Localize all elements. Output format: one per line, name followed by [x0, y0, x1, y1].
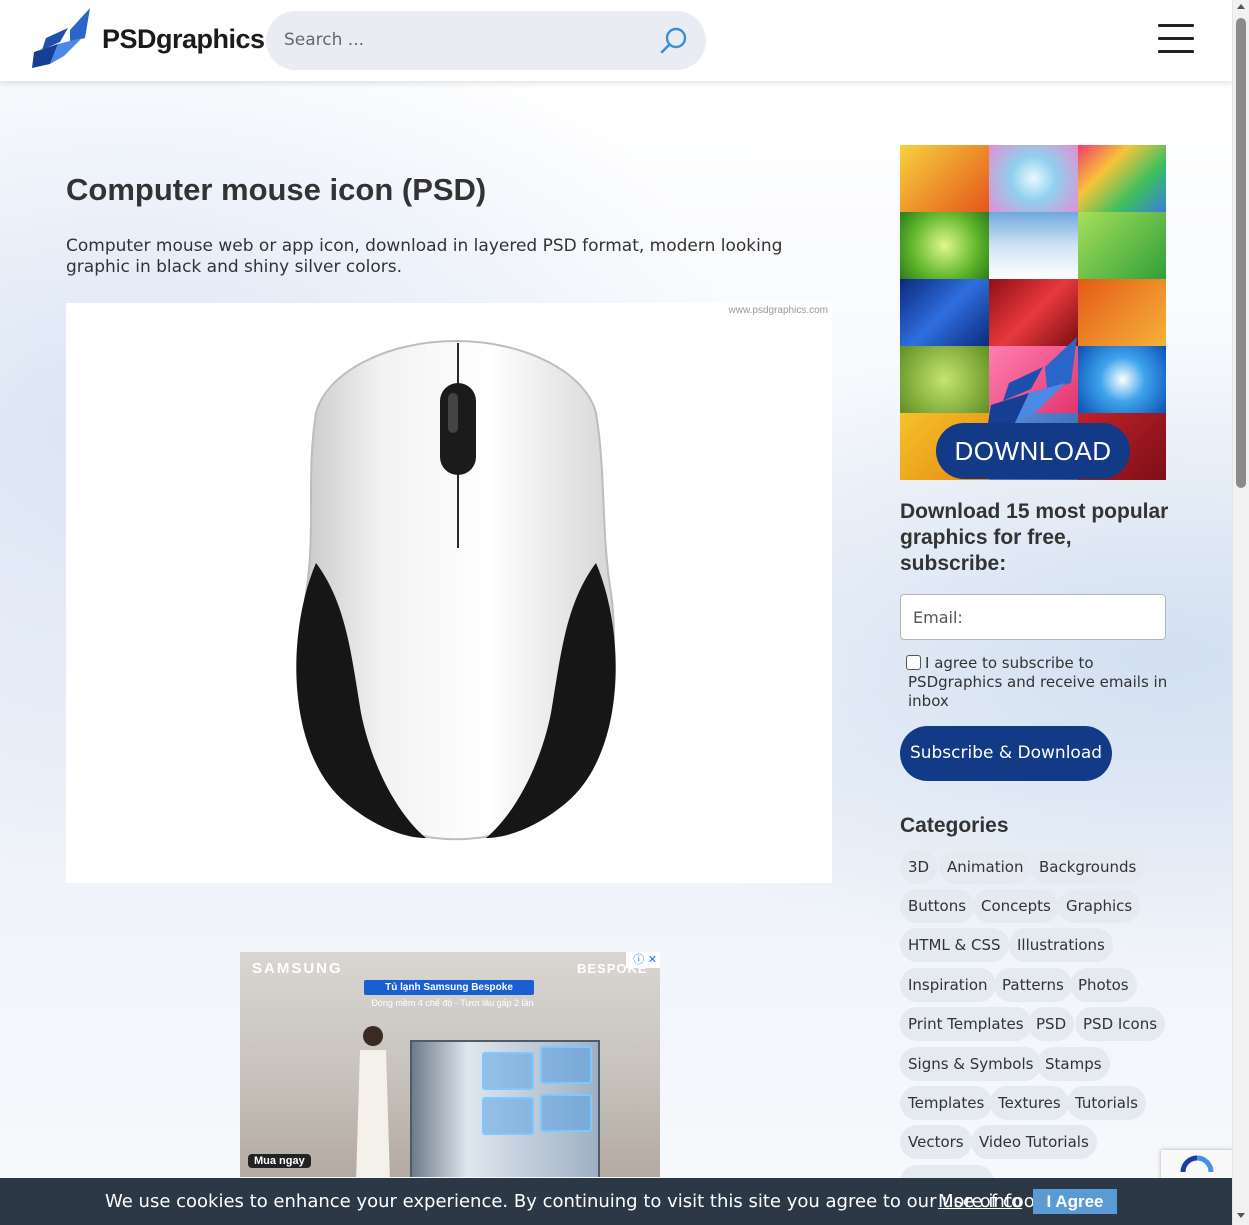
subscribe-heading: Download 15 most popular graphics for fr… — [900, 500, 1169, 575]
page-description: Computer mouse web or app icon, download… — [66, 236, 783, 277]
category-chip[interactable]: Signs & Symbols — [900, 1047, 1042, 1081]
category-chip[interactable]: Patterns — [994, 968, 1072, 1002]
ad-close-icon[interactable]: ⓘ ✕ — [626, 952, 660, 968]
watermark: www.psdgraphics.com — [728, 305, 828, 316]
cookie-agree-button[interactable]: I Agree — [1033, 1189, 1117, 1214]
category-chip[interactable]: 3D — [900, 850, 938, 884]
agree-checkbox[interactable] — [906, 655, 921, 670]
categories-heading: Categories — [900, 814, 1009, 837]
category-chip[interactable]: Templates — [900, 1086, 993, 1120]
page-title: Computer mouse icon (PSD) — [66, 172, 487, 207]
ad-subline: Đóng mềm 4 chế độ - Tươi lâu gấp 2 lần — [371, 998, 534, 1008]
recaptcha-badge[interactable] — [1161, 1150, 1233, 1180]
site-logo-text[interactable]: PSDgraphics — [102, 24, 265, 55]
ad-brand: SAMSUNG — [252, 960, 343, 977]
category-chip[interactable]: Photos — [1070, 968, 1137, 1002]
site-header: PSDgraphics — [0, 0, 1232, 81]
category-chip[interactable]: Animation — [939, 850, 1032, 884]
page-scrollbar[interactable] — [1232, 0, 1249, 1225]
category-chip[interactable]: HTML & CSS — [900, 928, 1009, 962]
email-field[interactable] — [900, 594, 1166, 640]
category-chip[interactable]: Stamps — [1037, 1047, 1110, 1081]
category-chip[interactable]: PSD Icons — [1075, 1007, 1166, 1041]
search-input[interactable] — [284, 25, 644, 55]
category-chip[interactable]: Buttons — [900, 889, 975, 923]
computer-mouse-image — [296, 339, 616, 841]
category-chip[interactable]: Graphics — [1058, 889, 1141, 923]
category-chip[interactable]: Inspiration — [900, 968, 996, 1002]
ad-headline: Tủ lạnh Samsung Bespoke — [364, 980, 534, 995]
category-chip[interactable]: Video Tutorials — [971, 1125, 1097, 1159]
category-chip[interactable]: Concepts — [973, 889, 1059, 923]
category-chip[interactable]: Textures — [990, 1086, 1069, 1120]
subscribe-download-button[interactable]: Subscribe & Download — [900, 726, 1112, 781]
search-icon[interactable] — [658, 25, 690, 57]
agree-label: I agree to subscribe to PSDgraphics and … — [908, 654, 1168, 710]
advertisement[interactable]: SAMSUNG BESPOKE ⓘ ✕ Tủ lạnh Samsung Besp… — [240, 952, 660, 1177]
search-bar — [266, 11, 706, 70]
promo-logo-icon — [987, 337, 1077, 429]
ad-cta-button[interactable]: Mua ngay — [248, 1154, 311, 1168]
ad-model-image — [356, 1026, 390, 1177]
category-chip[interactable]: Print Templates — [900, 1007, 1032, 1041]
preview-image[interactable]: www.psdgraphics.com — [66, 303, 832, 883]
cookie-more-info-link[interactable]: More info — [938, 1191, 1022, 1212]
cookie-text: We use cookies to enhance your experienc… — [105, 1191, 1077, 1212]
hamburger-menu-icon[interactable] — [1158, 24, 1194, 56]
category-chip[interactable]: PSD — [1028, 1007, 1075, 1041]
category-chip[interactable]: Backgrounds — [1031, 850, 1145, 884]
cookie-bar: We use cookies to enhance your experienc… — [0, 1178, 1232, 1225]
psdgraphics-logo-icon[interactable] — [30, 8, 94, 70]
promo-download-button[interactable]: DOWNLOAD — [936, 423, 1130, 479]
ad-fridge-image — [410, 1040, 600, 1177]
category-chip[interactable]: Vectors — [900, 1125, 972, 1159]
scroll-up-arrow-icon[interactable] — [1237, 4, 1245, 9]
category-chip[interactable]: Tutorials — [1067, 1086, 1146, 1120]
category-chip[interactable]: Illustrations — [1009, 928, 1113, 962]
scroll-thumb[interactable] — [1236, 18, 1246, 488]
scroll-down-arrow-icon[interactable] — [1237, 1213, 1245, 1218]
